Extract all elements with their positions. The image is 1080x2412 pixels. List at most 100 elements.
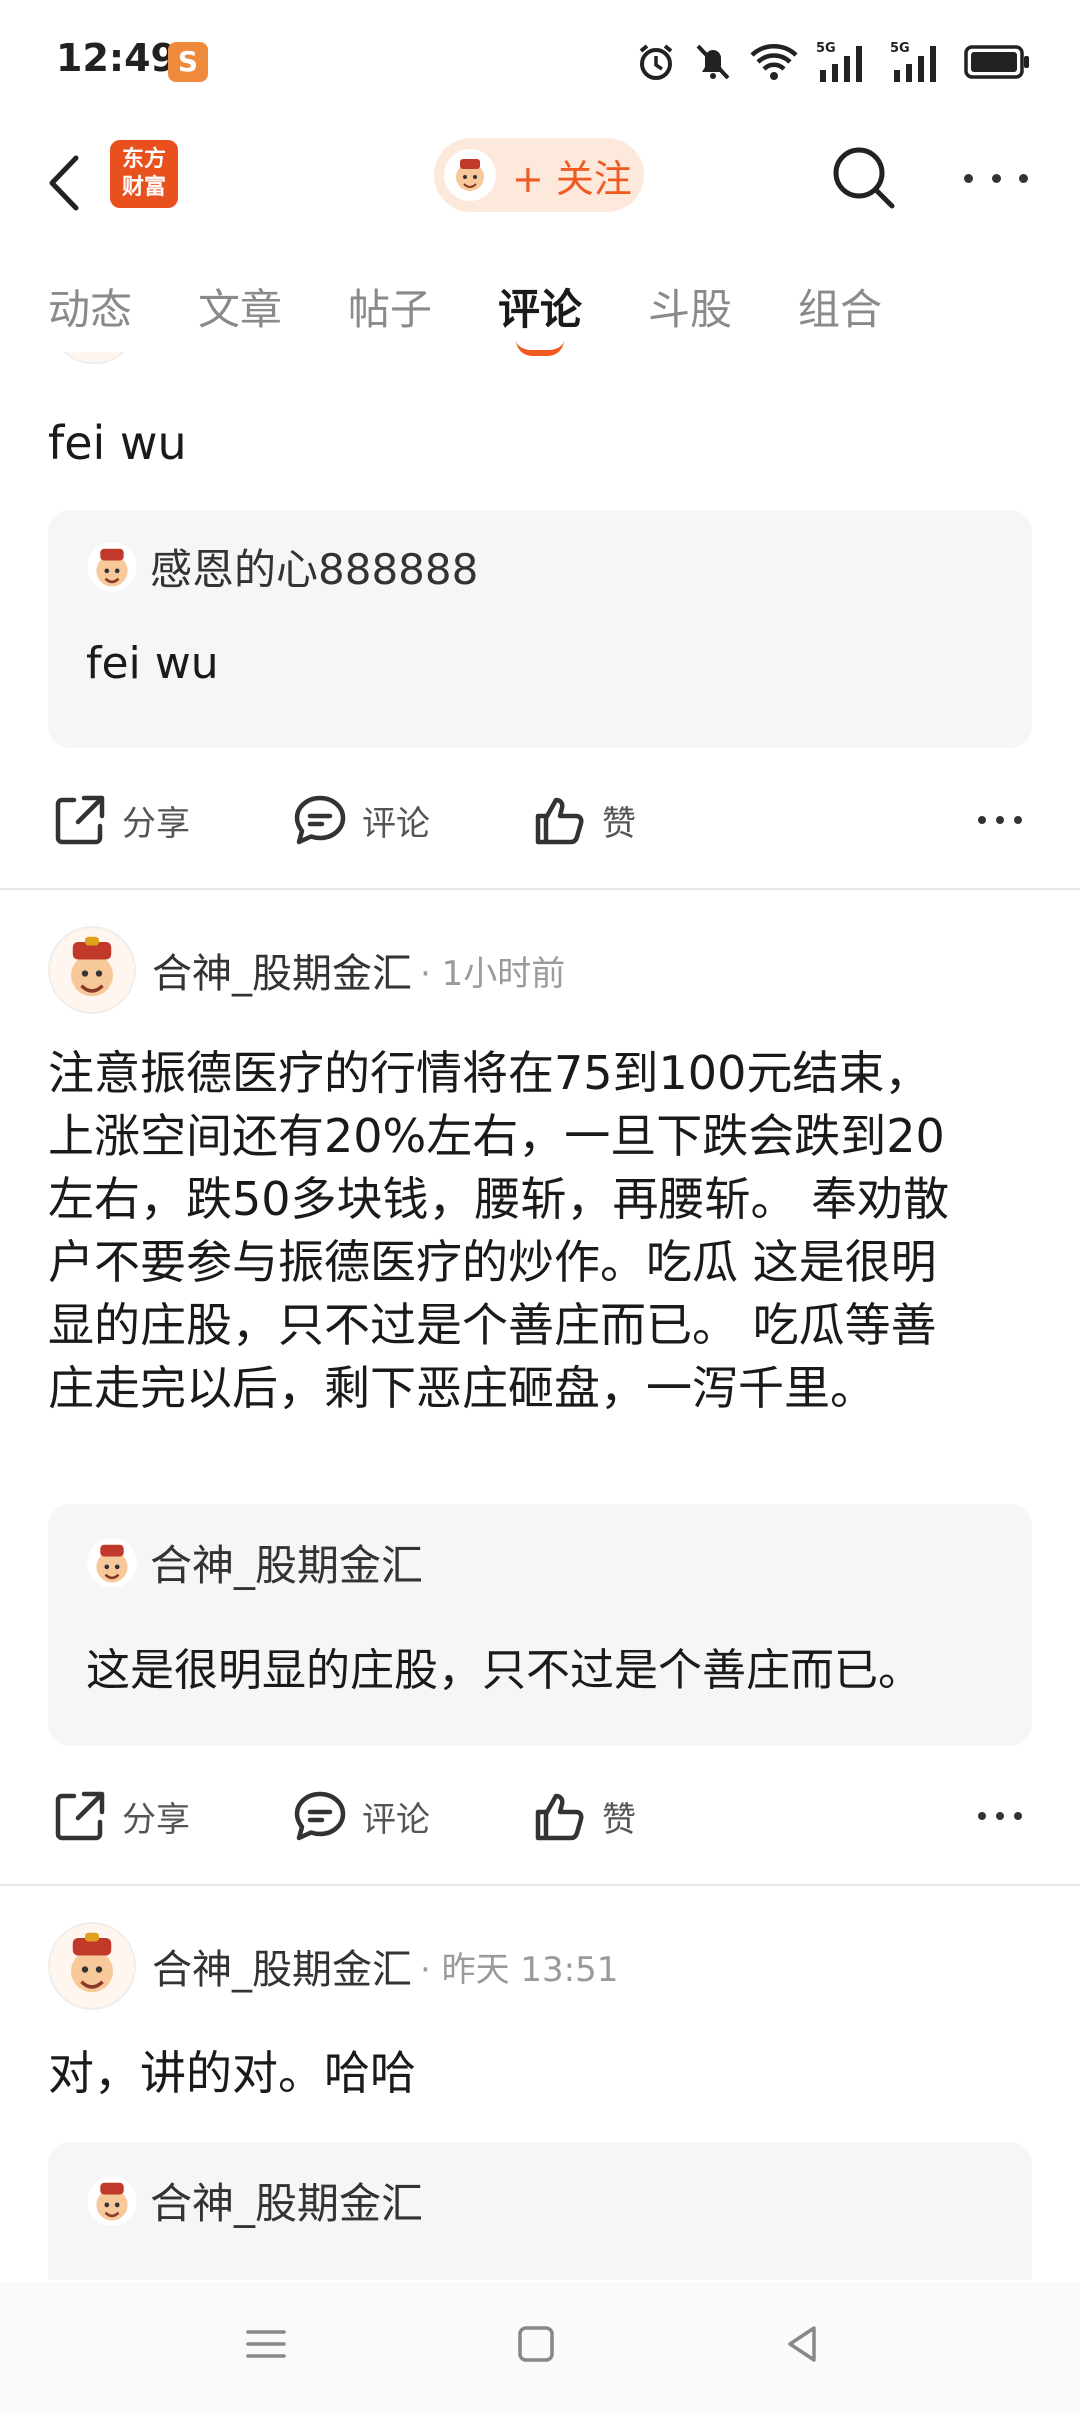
tab-dynamics[interactable]: 动态 <box>48 276 132 337</box>
tab-posts[interactable]: 帖子 <box>348 276 432 337</box>
user-avatar-icon <box>87 1537 137 1588</box>
top-header: 东方 财富 + 关注 <box>0 130 1080 240</box>
more-dot-icon <box>964 173 973 183</box>
tab-stock-battle[interactable]: 斗股 <box>648 276 732 337</box>
comment-button[interactable]: 评论 <box>292 1788 430 1844</box>
comment-line: 户不要参与振德医疗的炒作。吃瓜 这是很明 <box>48 1235 937 1289</box>
back-nav-button[interactable] <box>780 2322 824 2370</box>
quoted-comment[interactable]: 合神_股期金汇 这是很明显的庄股，只不过是个善庄而已。 <box>48 1504 1032 1746</box>
signal-5g-icon-2: 5G <box>890 41 936 82</box>
share-button[interactable]: 分享 <box>52 1788 190 1844</box>
divider <box>0 888 1080 890</box>
comment-line: 注意振德医疗的行情将在75到100元结束， <box>48 1046 931 1100</box>
logo-line2: 财富 <box>121 175 166 200</box>
comment-bubble-icon <box>294 795 346 845</box>
comment-body[interactable]: 对，讲的对。哈哈 <box>48 2042 1038 2105</box>
quote-author[interactable]: 感恩的心888888 <box>150 536 478 597</box>
post-header: 合神_股期金汇 · 昨天 13:51 <box>48 1922 618 2010</box>
app-notification-icon: S <box>168 42 208 82</box>
comment-button[interactable]: 评论 <box>292 792 430 848</box>
like-button[interactable]: 赞 <box>532 1788 636 1844</box>
comment-label: 评论 <box>362 1799 430 1840</box>
follow-label: + 关注 <box>512 156 632 201</box>
status-time: 12:49 <box>56 36 177 80</box>
tab-portfolio[interactable]: 组合 <box>798 276 882 337</box>
user-avatar-icon <box>444 149 496 201</box>
avatar[interactable] <box>48 926 136 1014</box>
quoted-comment[interactable]: 感恩的心888888 fei wu <box>48 510 1032 748</box>
quote-text: 这是很明显的庄股，只不过是个善庄而已。 <box>86 1645 922 1696</box>
divider <box>0 1884 1080 1886</box>
share-label: 分享 <box>122 1799 190 1840</box>
back-button[interactable] <box>40 148 90 218</box>
post-header: 合神_股期金汇 · 1小时前 <box>48 926 565 1014</box>
mute-bell-icon <box>696 44 730 80</box>
net2-label: 5G <box>890 41 910 56</box>
comment-line: 上涨空间还有20%左右，一旦下跌会跌到20 <box>48 1109 945 1163</box>
share-label: 分享 <box>122 803 190 844</box>
god-of-wealth-avatar-icon <box>71 936 113 997</box>
comments-feed: fei wu 感恩的心888888 fei wu 分享 评论 赞 合神_股期金汇… <box>0 352 1080 2280</box>
more-dot-icon <box>991 173 1001 183</box>
thumbs-up-icon <box>535 1793 584 1841</box>
home-button[interactable] <box>514 2322 558 2370</box>
search-button[interactable] <box>830 144 896 210</box>
comment-line: 庄走完以后，剩下恶庄砸盘，一泻千里。 <box>48 1361 876 1415</box>
god-of-wealth-avatar-icon <box>71 1932 113 1993</box>
profile-tabs: 动态 文章 帖子 评论 斗股 组合 <box>0 262 1080 356</box>
like-button[interactable]: 赞 <box>532 792 636 848</box>
share-icon <box>55 1791 105 1841</box>
quote-author[interactable]: 合神_股期金汇 <box>150 1532 423 1593</box>
user-avatar-icon <box>87 2175 137 2226</box>
share-button[interactable]: 分享 <box>52 792 190 848</box>
author-name[interactable]: 合神_股期金汇 <box>152 1937 412 1995</box>
battery-icon <box>964 45 1029 79</box>
home-square-icon <box>518 2326 554 2362</box>
comment-bubble-icon <box>294 1791 346 1841</box>
author-name[interactable]: 合神_股期金汇 <box>152 941 412 999</box>
follow-button[interactable]: + 关注 <box>434 138 644 212</box>
quote-header: 感恩的心888888 <box>86 536 478 597</box>
avatar[interactable] <box>52 352 136 364</box>
status-bar: 12:49 S 5G 5G <box>0 0 1080 120</box>
alarm-icon <box>639 44 673 80</box>
quote-author[interactable]: 合神_股期金汇 <box>150 2170 423 2231</box>
post-time: · 1小时前 <box>420 953 566 994</box>
comment-line: 显的庄股，只不过是个善庄而已。 吃瓜等善 <box>48 1298 937 1352</box>
action-bar: 分享 评论 赞 <box>0 1778 1080 1858</box>
eastmoney-logo[interactable]: 东方 财富 <box>110 140 178 208</box>
logo-line1: 东方 <box>121 147 166 172</box>
comment-body[interactable]: 注意振德医疗的行情将在75到100元结束， 上涨空间还有20%左右，一旦下跌会跌… <box>48 1042 1038 1420</box>
net1-label: 5G <box>816 41 836 56</box>
tab-articles[interactable]: 文章 <box>198 276 282 337</box>
post-more-button[interactable] <box>978 1812 1022 1820</box>
post-time: · 昨天 13:51 <box>420 1949 619 1990</box>
share-icon <box>55 795 105 845</box>
tab-comments[interactable]: 评论 <box>498 276 582 337</box>
system-nav-bar <box>0 2282 1080 2412</box>
like-label: 赞 <box>602 1799 636 1840</box>
more-dot-icon <box>1019 173 1028 183</box>
avatar[interactable] <box>48 1922 136 2010</box>
menu-button[interactable] <box>244 2322 288 2370</box>
signal-5g-icon: 5G <box>816 41 862 82</box>
back-arrow-icon <box>49 155 79 211</box>
back-triangle-icon <box>788 2326 816 2362</box>
wifi-icon <box>750 44 798 80</box>
comment-body[interactable]: fei wu <box>48 412 187 475</box>
quote-header: 合神_股期金汇 <box>86 1532 423 1593</box>
comment-label: 评论 <box>362 803 430 844</box>
quote-text: fei wu <box>86 638 219 689</box>
user-avatar-icon <box>87 541 137 592</box>
thumbs-up-icon <box>535 797 584 845</box>
quote-header: 合神_股期金汇 <box>86 2170 423 2231</box>
search-icon <box>833 147 895 209</box>
quoted-comment[interactable]: 合神_股期金汇 <box>48 2142 1032 2280</box>
status-icons: 5G 5G <box>636 38 1030 86</box>
action-bar: 分享 评论 赞 <box>0 782 1080 862</box>
post-more-button[interactable] <box>978 816 1022 824</box>
like-label: 赞 <box>602 803 636 844</box>
comment-line: 左右，跌50多块钱，腰斩，再腰斩。 奉劝散 <box>48 1172 950 1226</box>
more-options-button[interactable] <box>964 148 1028 208</box>
menu-icon <box>246 2330 286 2358</box>
